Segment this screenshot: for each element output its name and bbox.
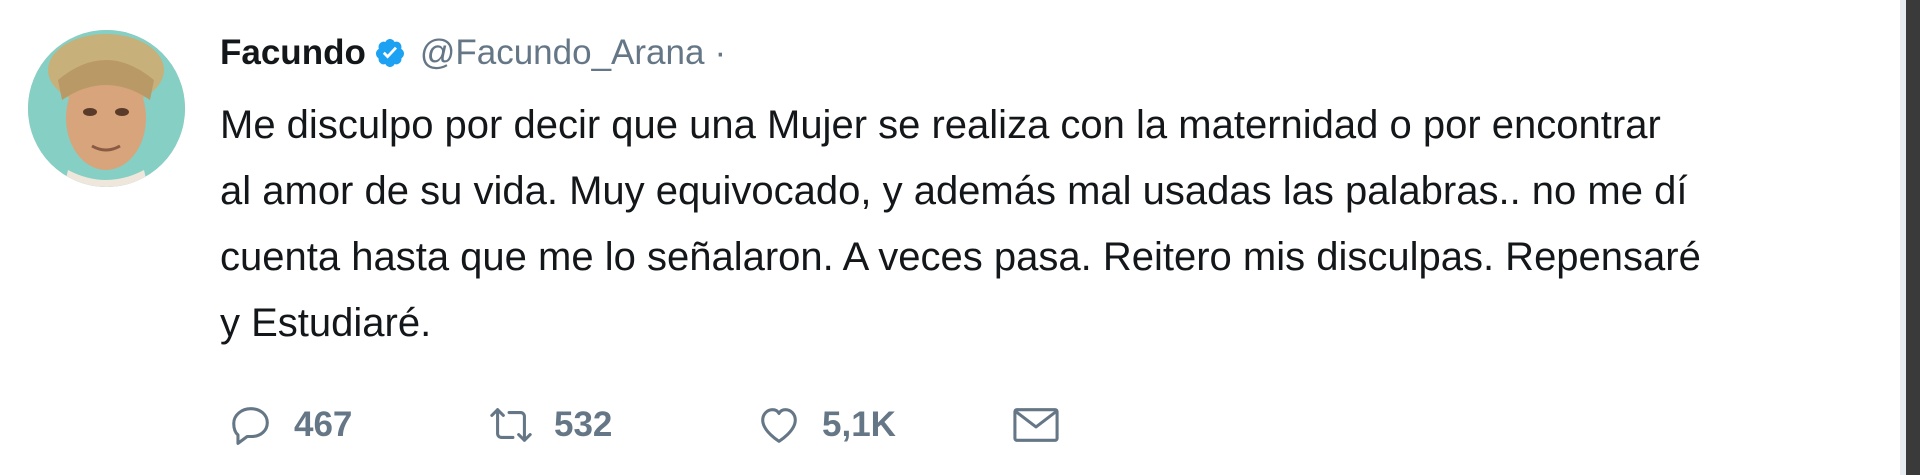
tweet-header: Facundo @Facundo_Arana ·	[220, 30, 726, 76]
direct-message-button[interactable]	[1011, 402, 1061, 448]
user-handle[interactable]: @Facundo_Arana	[420, 33, 705, 73]
avatar[interactable]	[28, 30, 185, 187]
tweet-actions: 467 532 5,1K	[228, 398, 1061, 452]
reply-icon	[232, 407, 269, 445]
tweet: Facundo @Facundo_Arana · Me disculpo por…	[0, 0, 1920, 475]
retweet-icon	[490, 408, 532, 442]
retweet-button[interactable]: 532	[488, 402, 756, 448]
reply-count: 467	[294, 405, 353, 444]
like-count: 5,1K	[822, 405, 896, 444]
window-edge	[1906, 0, 1920, 475]
display-name[interactable]: Facundo	[220, 33, 366, 73]
reply-button[interactable]: 467	[228, 402, 488, 448]
tweet-text: Me disculpo por decir que una Mujer se r…	[220, 92, 1900, 356]
like-button[interactable]: 5,1K	[756, 402, 1011, 448]
tweet-text-line: y Estudiaré.	[220, 301, 432, 345]
verified-badge-icon	[374, 37, 406, 69]
envelope-icon	[1013, 408, 1059, 442]
profile-photo-icon	[28, 30, 185, 187]
retweet-count: 532	[554, 405, 613, 444]
tweet-text-line: cuenta hasta que me lo señalaron. A vece…	[220, 235, 1701, 279]
tweet-text-line: Me disculpo por decir que una Mujer se r…	[220, 103, 1661, 147]
heart-icon	[761, 408, 797, 443]
header-separator: ·	[714, 33, 727, 72]
tweet-text-line: al amor de su vida. Muy equivocado, y ad…	[220, 169, 1688, 213]
